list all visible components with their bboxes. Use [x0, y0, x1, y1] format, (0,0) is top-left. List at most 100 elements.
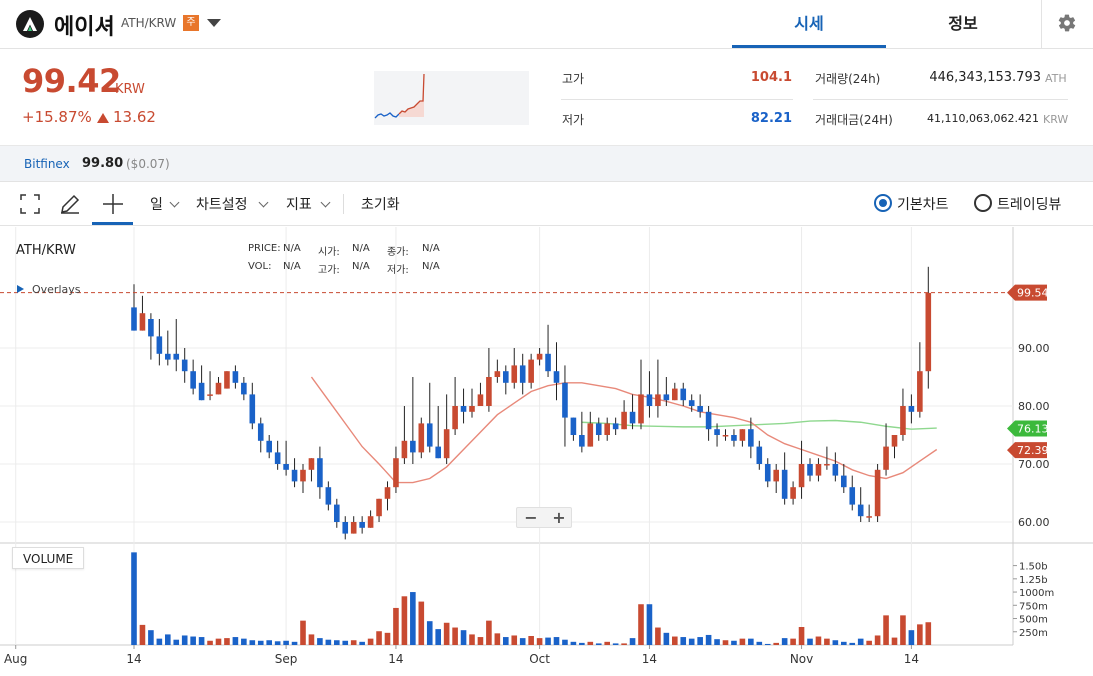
volume-bar	[181, 635, 188, 645]
volume-bar	[418, 601, 425, 645]
candle	[722, 435, 729, 437]
volume-bar	[883, 615, 889, 645]
volume-tick-label: 1000m	[1019, 588, 1054, 599]
interval-select[interactable]: 일	[150, 194, 163, 214]
volume-bar	[334, 640, 340, 645]
candle	[832, 464, 839, 476]
candle	[756, 446, 763, 464]
volume-bar	[629, 638, 636, 645]
indicators-button[interactable]: 지표	[286, 194, 312, 214]
x-tick-label: Aug	[4, 652, 27, 666]
price-unit: KRW	[115, 82, 145, 97]
candle	[469, 406, 475, 412]
candle	[570, 417, 577, 435]
candle	[638, 394, 644, 424]
volume-bar	[655, 627, 661, 645]
trade-amount-label: 거래대금(24H)	[815, 113, 893, 127]
candle	[350, 522, 357, 534]
candle	[925, 292, 932, 372]
candle	[435, 446, 441, 459]
radio-basic-chart[interactable]	[874, 194, 892, 212]
reset-button[interactable]: 초기화	[361, 194, 400, 214]
volume-bar	[131, 552, 137, 645]
crosshair-icon[interactable]	[101, 192, 125, 216]
volume-bar	[511, 635, 518, 645]
high-label: 고가	[562, 72, 585, 86]
candle	[426, 423, 433, 447]
volume-bar	[257, 640, 264, 645]
candle	[672, 388, 678, 401]
candle	[477, 394, 484, 406]
x-tick-label: 14	[126, 652, 141, 666]
trade-amount-unit: KRW	[1043, 113, 1069, 126]
badge-caution: 주	[183, 15, 199, 31]
volume-bar	[308, 634, 315, 645]
price-tag-label: 72.39	[1017, 444, 1049, 457]
candle	[815, 464, 822, 476]
low-label: 저가	[562, 113, 585, 127]
up-triangle-icon	[97, 113, 109, 123]
coin-pair: ATH/KRW	[121, 16, 177, 30]
candle	[807, 464, 813, 476]
candle	[376, 498, 382, 517]
coin-select-caret-icon[interactable]	[207, 19, 221, 27]
candle	[714, 429, 720, 435]
candle	[334, 504, 340, 522]
candle	[452, 406, 458, 430]
zoom-in-button[interactable]: +	[545, 508, 573, 528]
ohlc-high-label: 고가:	[318, 265, 340, 276]
exchange-name[interactable]: Bitfinex	[24, 157, 70, 171]
candle	[173, 353, 180, 360]
candle	[587, 423, 594, 447]
volume-bar	[494, 633, 501, 645]
volume-bar	[680, 637, 687, 645]
settings-button[interactable]	[1041, 0, 1093, 48]
candle	[393, 458, 399, 488]
volume-bar	[798, 627, 805, 645]
volume-pane-label: VOLUME	[12, 547, 85, 569]
candle	[367, 516, 374, 528]
volume-bar	[832, 640, 839, 645]
price-chart-area[interactable]: 60.00 70.00 80.00 90.00 Aug 14 Sep 14 Oct 14 Nov 14…	[0, 227, 1093, 676]
volume-bar	[773, 642, 779, 645]
volume-bar	[815, 636, 822, 645]
volume-bar	[866, 640, 872, 645]
volume-bar	[283, 640, 289, 645]
tab-price[interactable]: 시세	[732, 0, 886, 48]
volume-bar	[426, 621, 433, 645]
fullscreen-icon[interactable]	[18, 192, 42, 216]
chart-settings-button[interactable]: 차트설정	[196, 194, 248, 214]
toolbar-divider	[343, 194, 344, 214]
volume-bar	[469, 634, 475, 645]
zoom-out-button[interactable]: −	[517, 508, 545, 528]
volume-bar	[325, 639, 332, 645]
y-tick-label: 90.00	[1018, 342, 1050, 355]
x-tick-label: 14	[904, 652, 919, 666]
candle	[131, 307, 137, 331]
radio-basic-chart-label[interactable]: 기본차트	[897, 194, 949, 214]
volume-bar	[705, 634, 712, 645]
chart-toolbar: 일 차트설정 지표 초기화 기본차트 트레이딩뷰	[0, 182, 1093, 226]
y-tick-label: 70.00	[1018, 458, 1050, 471]
chevron-down-icon	[258, 197, 269, 208]
candle	[359, 522, 365, 528]
volume-tick-label: 250m	[1019, 628, 1048, 639]
sparkline-chart	[374, 71, 529, 125]
volume-bar	[756, 641, 763, 645]
x-tick-label: Nov	[790, 652, 813, 666]
tab-info[interactable]: 정보	[886, 0, 1040, 48]
candle	[283, 464, 289, 470]
volume-bar	[266, 640, 272, 645]
overlays-toggle[interactable]: Overlays	[17, 283, 81, 296]
radio-tradingview-label[interactable]: 트레이딩뷰	[997, 194, 1061, 214]
candle	[841, 475, 847, 488]
volume-bar	[900, 615, 906, 645]
candlestick-chart[interactable]: 60.00 70.00 80.00 90.00 Aug 14 Sep 14 Oct 14 Nov 14…	[0, 227, 1093, 676]
radio-tradingview[interactable]	[974, 194, 992, 212]
volume-bar	[384, 632, 391, 645]
volume-bar	[148, 630, 154, 645]
draw-pencil-icon[interactable]	[58, 192, 82, 216]
volume-bar	[857, 638, 864, 645]
volume-bar	[587, 641, 594, 645]
volume-bar	[612, 643, 619, 645]
